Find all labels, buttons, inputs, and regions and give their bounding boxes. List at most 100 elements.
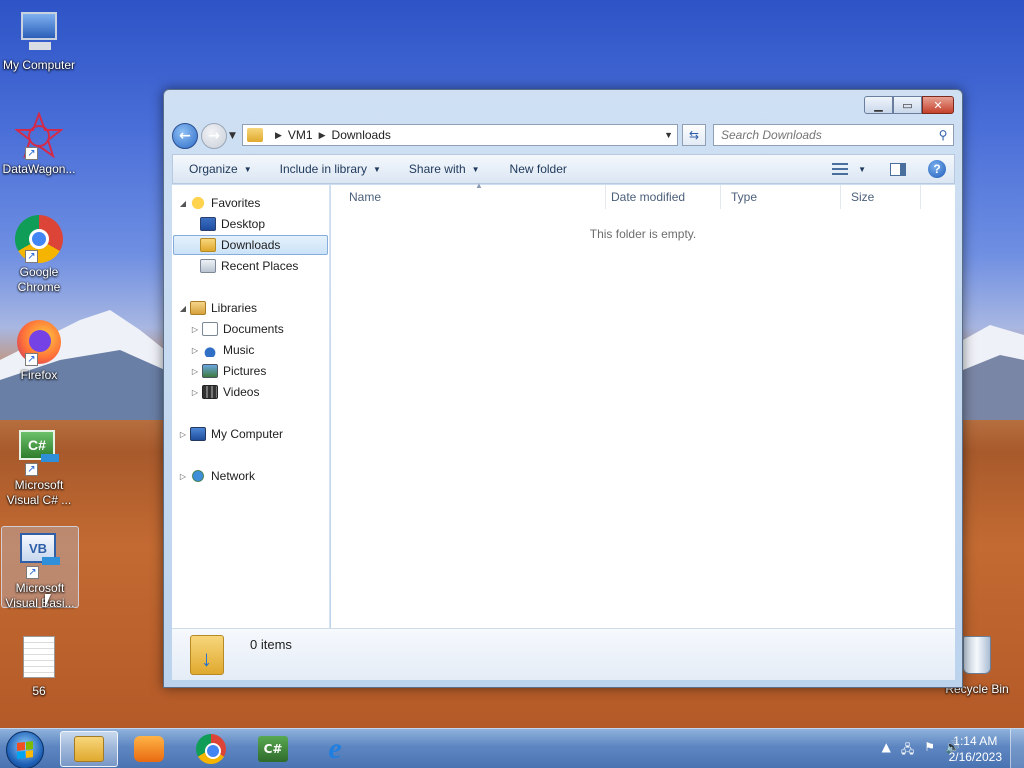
internet-explorer-icon: e (328, 732, 342, 765)
expand-arrow-icon[interactable]: ▷ (190, 325, 200, 334)
nav-item-network[interactable]: ▷ Network (178, 466, 255, 486)
change-view-icon[interactable] (832, 163, 849, 175)
taskbar-explorer[interactable] (60, 731, 118, 767)
desktop-icon-datawagon[interactable]: ↗ DataWagon... (0, 111, 78, 177)
desktop-icon-label: My Computer (2, 58, 76, 72)
expand-arrow-icon[interactable]: ▷ (190, 346, 200, 355)
clock-date: 2/16/2023 (948, 750, 1002, 764)
desktop-icon-label: Microsoft Visual C# ... (6, 478, 72, 507)
nav-item-documents[interactable]: ▷ Documents (190, 319, 284, 339)
taskbar-visual-csharp[interactable]: C# (244, 731, 302, 767)
show-desktop-button[interactable] (1010, 729, 1024, 768)
sort-arrow-icon: ▲ (475, 181, 483, 190)
navigation-pane: ◢ Favorites Desktop Downloads Recent Pla… (172, 185, 330, 628)
search-box[interactable]: ⚲ (713, 124, 954, 146)
desktop-icon-label: Google Chrome (17, 265, 61, 294)
details-pane: 0 items (172, 628, 955, 680)
network-status-icon[interactable]: 🖧 (901, 740, 914, 761)
libraries-icon (190, 301, 206, 315)
expand-arrow-icon[interactable]: ▷ (178, 430, 188, 439)
nav-item-music[interactable]: ▷ Music (190, 340, 254, 360)
help-icon[interactable]: ? (928, 160, 946, 178)
include-in-library-button[interactable]: Include in library ▼ (262, 155, 391, 183)
action-center-flag-icon[interactable]: ⚑ (924, 740, 935, 761)
nav-item-pictures[interactable]: ▷ Pictures (190, 361, 266, 381)
minimize-button[interactable]: ▁ (864, 96, 893, 114)
item-count: 0 items (250, 637, 292, 652)
breadcrumb-downloads[interactable]: Downloads (332, 128, 391, 142)
expand-arrow-icon[interactable]: ▷ (190, 388, 200, 397)
desktop-icon (200, 217, 216, 231)
chevron-down-icon: ▼ (471, 164, 480, 174)
column-header-size[interactable]: Size (841, 185, 921, 209)
view-options-chevron-icon[interactable]: ▼ (858, 165, 866, 174)
chevron-down-icon: ▼ (243, 164, 252, 174)
file-list[interactable]: ▲ Name Date modified Type Size This fold… (331, 181, 955, 628)
expand-arrow-icon[interactable]: ▷ (178, 472, 188, 481)
shortcut-arrow-icon: ↗ (25, 463, 38, 476)
nav-item-my-computer[interactable]: ▷ My Computer (178, 424, 283, 444)
shortcut-arrow-icon: ↗ (25, 147, 38, 160)
visual-csharp-icon: C# (258, 736, 288, 762)
breadcrumb-separator-icon[interactable]: ▶ (319, 130, 326, 141)
taskbar-chrome[interactable] (182, 731, 240, 767)
search-input[interactable] (721, 128, 933, 142)
desktop-icon-label: 56 (32, 684, 46, 698)
search-icon[interactable]: ⚲ (933, 128, 953, 142)
address-dropdown-icon[interactable]: ▼ (664, 130, 673, 140)
taskbar-media-player[interactable] (120, 731, 178, 767)
computer-icon (190, 427, 206, 441)
maximize-button[interactable]: ▭ (893, 96, 922, 114)
collapse-arrow-icon[interactable]: ◢ (178, 304, 188, 313)
media-player-icon (134, 736, 164, 762)
preview-pane-icon[interactable] (890, 162, 906, 176)
shortcut-arrow-icon: ↗ (25, 250, 38, 263)
folder-icon (247, 128, 263, 142)
collapse-arrow-icon[interactable]: ◢ (178, 199, 188, 208)
desktop-icon-firefox[interactable]: ↗ Firefox (0, 318, 78, 383)
desktop-icon-google-chrome[interactable]: ↗ Google Chrome (0, 215, 78, 295)
breadcrumb-separator-icon[interactable]: ▶ (275, 130, 282, 141)
new-folder-button[interactable]: New folder (490, 155, 577, 183)
nav-item-videos[interactable]: ▷ Videos (190, 382, 259, 402)
chevron-down-icon: ▼ (373, 164, 381, 174)
organize-button[interactable]: Organize ▼ (173, 155, 262, 183)
taskbar: C# e ▲ 🖧 ⚑ 🔊 1:14 AM 2/16/2023 (0, 728, 1024, 768)
nav-item-recent-places[interactable]: Recent Places (200, 256, 298, 276)
column-header-name[interactable]: ▲ Name (339, 181, 606, 209)
desktop-icon-visual-basic[interactable]: VB ↗ Microsoft Visual Basi... (1, 526, 79, 610)
close-button[interactable]: ✕ (922, 96, 954, 114)
nav-item-libraries[interactable]: ◢ Libraries (178, 298, 257, 318)
breadcrumb-vm1[interactable]: VM1 (288, 128, 313, 142)
explorer-window[interactable]: ▁ ▭ ✕ ← → ▼ ▶ VM1 ▶ Downloads ▼ ⇆ ⚲ Orga… (163, 89, 963, 688)
desktop-icon-file-56[interactable]: 56 (0, 634, 78, 699)
firefox-icon: ↗ (15, 318, 63, 366)
clock[interactable]: 1:14 AM 2/16/2023 (949, 733, 1002, 765)
refresh-button[interactable]: ⇆ (682, 124, 706, 146)
pictures-icon (202, 364, 218, 378)
recent-pages-chevron-icon[interactable]: ▼ (229, 131, 236, 141)
column-header-type[interactable]: Type (721, 185, 841, 209)
star-icon (190, 196, 206, 210)
caption-buttons: ▁ ▭ ✕ (864, 96, 954, 114)
share-with-button[interactable]: Share with ▼ (391, 155, 490, 183)
shortcut-arrow-icon: ↗ (26, 566, 39, 579)
address-bar[interactable]: ▶ VM1 ▶ Downloads ▼ (242, 124, 678, 146)
nav-item-favorites[interactable]: ◢ Favorites (178, 193, 260, 213)
taskbar-internet-explorer[interactable]: e (306, 731, 364, 767)
desktop-icon-visual-csharp[interactable]: C# ↗ Microsoft Visual C# ... (0, 428, 78, 508)
visual-basic-icon: VB ↗ (16, 531, 64, 579)
computer-icon (15, 8, 63, 56)
expand-arrow-icon[interactable]: ▷ (190, 367, 200, 376)
visual-csharp-icon: C# ↗ (15, 428, 63, 476)
explorer-icon (74, 736, 104, 762)
start-button[interactable] (6, 731, 44, 768)
shortcut-arrow-icon: ↗ (25, 353, 38, 366)
column-header-date-modified[interactable]: Date modified (601, 185, 721, 209)
desktop-icon-my-computer[interactable]: My Computer (0, 8, 78, 73)
nav-item-desktop[interactable]: Desktop (200, 214, 265, 234)
nav-item-downloads[interactable]: Downloads (173, 235, 328, 255)
forward-button[interactable]: → (201, 123, 227, 149)
back-button[interactable]: ← (172, 123, 198, 149)
show-hidden-icons-chevron-icon[interactable]: ▲ (882, 740, 891, 761)
